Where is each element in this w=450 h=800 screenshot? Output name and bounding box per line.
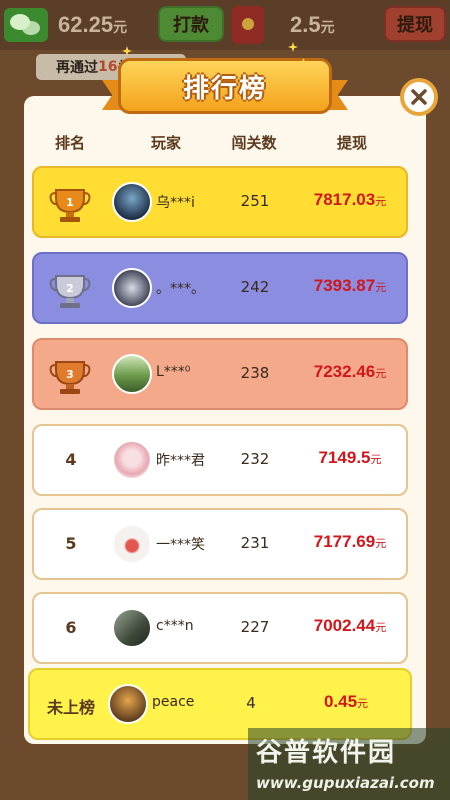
avatar — [112, 182, 152, 222]
svg-text:2: 2 — [66, 282, 74, 295]
leaderboard-row-1: 1 乌***i 251 7817.03元 — [32, 166, 408, 238]
leaderboard-title: 排行榜 — [182, 73, 267, 104]
rank-number: 5 — [65, 534, 77, 553]
levels-cleared: 242 — [240, 278, 270, 296]
balance-display: 62.25元 — [58, 12, 128, 37]
svg-text:3: 3 — [66, 368, 74, 381]
player-name: 昨***君 — [156, 453, 205, 469]
player-name: 乌***i — [156, 195, 195, 211]
leaderboard-row-5: 5 一***笑 231 7177.69元 — [32, 508, 408, 580]
cash-amount: 7393.87元 — [313, 276, 387, 295]
avatar — [112, 608, 152, 648]
red-packet-icon — [232, 6, 264, 44]
player-name: c***n — [156, 618, 194, 634]
avatar — [112, 268, 152, 308]
cash-amount: 7232.46元 — [313, 362, 387, 381]
leaderboard-row-3: 3 L***⁰ 238 7232.46元 — [32, 338, 408, 410]
header-player: 玩家 — [150, 134, 181, 152]
payout-button[interactable]: 打款 — [158, 6, 224, 42]
gold-trophy-icon: 1 — [49, 189, 91, 222]
levels-cleared: 251 — [240, 192, 270, 210]
player-name: L***⁰ — [156, 364, 191, 380]
avatar — [112, 354, 152, 394]
header-rank: 排名 — [54, 134, 85, 152]
levels-cleared: 4 — [246, 694, 256, 712]
cash-amount: 7177.69元 — [313, 532, 387, 551]
header-cash: 提现 — [336, 134, 367, 152]
player-name: 。***。 — [156, 281, 205, 297]
top-bar: 62.25元 打款 2.5元 提现 — [0, 0, 450, 50]
my-rank-status: 未上榜 — [46, 698, 95, 717]
levels-cleared: 231 — [240, 534, 270, 552]
red-packet-balance: 2.5元 — [290, 12, 335, 37]
leaderboard-title-ribbon: 排行榜 — [118, 58, 332, 114]
leaderboard-row-4: 4 昨***君 232 7149.5元 — [32, 424, 408, 496]
levels-cleared: 227 — [240, 618, 270, 636]
cashout-button[interactable]: 提现 — [384, 6, 446, 42]
cash-amount: 7149.5元 — [318, 448, 382, 467]
cash-amount: 7817.03元 — [313, 190, 387, 209]
site-watermark: 谷普软件园 www.gupuxiazai.com — [248, 728, 450, 800]
cash-amount: 7002.44元 — [313, 616, 387, 635]
svg-text:1: 1 — [66, 196, 74, 209]
avatar — [112, 440, 152, 480]
close-icon — [411, 89, 427, 105]
rank-number: 6 — [65, 618, 77, 637]
header-levels: 闯关数 — [231, 134, 277, 152]
avatar — [108, 684, 148, 724]
player-name: 一***笑 — [156, 537, 205, 553]
avatar — [112, 524, 152, 564]
rank-number: 4 — [65, 450, 77, 469]
leaderboard-row-6: 6 c***n 227 7002.44元 — [32, 592, 408, 664]
close-button[interactable] — [400, 78, 438, 116]
levels-cleared: 238 — [240, 364, 270, 382]
cash-amount: 0.45元 — [323, 692, 369, 711]
watermark-url: www.gupuxiazai.com — [256, 774, 435, 792]
wechat-icon — [4, 8, 48, 42]
bronze-trophy-icon: 3 — [49, 361, 91, 394]
levels-cleared: 232 — [240, 450, 270, 468]
leaderboard-row-2: 2 。***。 242 7393.87元 — [32, 252, 408, 324]
watermark-title: 谷普软件园 — [256, 738, 397, 768]
player-name: peace — [152, 694, 195, 710]
silver-trophy-icon: 2 — [49, 275, 91, 308]
